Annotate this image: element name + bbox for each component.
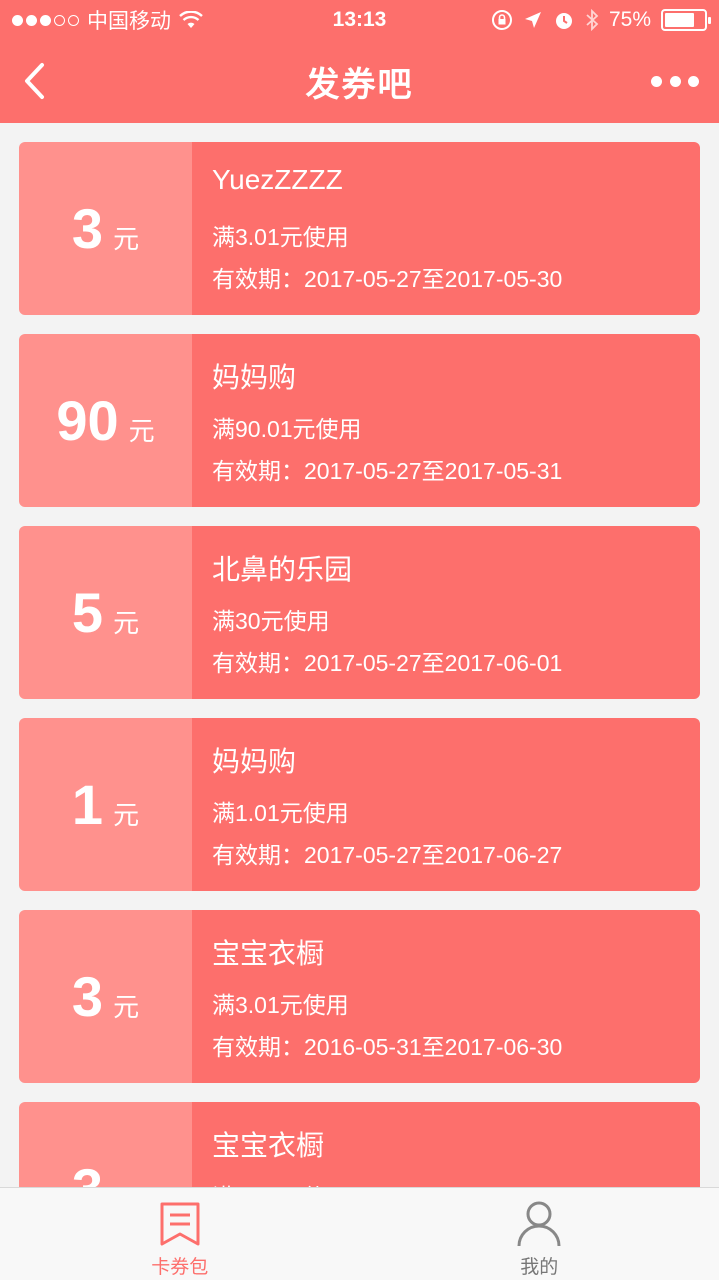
tab-label: 我的 <box>520 1257 559 1278</box>
coupon-icon <box>160 1202 200 1246</box>
tab-mine[interactable]: 我的 <box>360 1188 719 1280</box>
coupon-value: 3 元 <box>19 910 192 1083</box>
coupon-shop-name: 宝宝衣橱 <box>212 938 325 969</box>
coupon-unit: 元 <box>113 800 140 830</box>
coupon-card[interactable]: 90 元 妈妈购 满90.01元使用 有效期：2017-05-27至2017-0… <box>19 334 700 507</box>
coupon-info: 宝宝衣橱 满3.01元使用 <box>192 1102 700 1187</box>
coupon-info: 妈妈购 满90.01元使用 有效期：2017-05-27至2017-05-31 <box>192 334 700 507</box>
coupon-unit: 元 <box>113 992 140 1022</box>
status-bar: 中国移动 13:13 75% <box>0 0 719 40</box>
coupon-validity: 有效期：2017-05-27至2017-06-01 <box>212 650 563 676</box>
coupon-unit: 元 <box>128 416 155 446</box>
coupon-amount: 5 <box>71 580 104 644</box>
coupon-card[interactable]: 3 元 宝宝衣橱 满3.01元使用 <box>19 1102 700 1187</box>
coupon-condition: 满1.01元使用 <box>212 800 349 826</box>
coupon-condition: 满90.01元使用 <box>212 416 362 442</box>
coupon-value: 5 元 <box>19 526 192 699</box>
coupon-info: 北鼻的乐园 满30元使用 有效期：2017-05-27至2017-06-01 <box>192 526 700 699</box>
coupon-value: 1 元 <box>19 718 192 891</box>
location-icon <box>524 12 541 28</box>
coupon-amount: 3 <box>71 964 104 1028</box>
coupon-info: YuezZZZZ 满3.01元使用 有效期：2017-05-27至2017-05… <box>192 142 700 315</box>
coupon-unit: 元 <box>113 1179 139 1187</box>
coupon-condition: 满30元使用 <box>212 608 330 634</box>
coupon-validity: 有效期：2016-05-31至2017-06-30 <box>212 1034 563 1060</box>
coupon-amount: 90 <box>56 388 119 452</box>
alarm-icon <box>555 13 572 29</box>
coupon-condition: 满3.01元使用 <box>212 224 349 250</box>
coupon-shop-name: 妈妈购 <box>212 746 297 777</box>
coupon-unit: 元 <box>113 608 140 638</box>
coupon-info: 宝宝衣橱 满3.01元使用 有效期：2016-05-31至2017-06-30 <box>192 910 700 1083</box>
coupon-unit: 元 <box>113 224 140 254</box>
more-button[interactable] <box>651 66 699 96</box>
coupon-amount: 1 <box>71 772 104 836</box>
coupon-info: 妈妈购 满1.01元使用 有效期：2017-05-27至2017-06-27 <box>192 718 700 891</box>
battery-icon <box>661 9 711 31</box>
tab-coupons[interactable]: 卡券包 <box>0 1188 360 1280</box>
coupon-shop-name: 妈妈购 <box>212 362 297 393</box>
battery-level <box>665 13 694 27</box>
coupon-card[interactable]: 3 元 YuezZZZZ 满3.01元使用 有效期：2017-05-27至201… <box>19 142 700 315</box>
battery-percent: 75% <box>608 8 651 31</box>
coupon-validity: 有效期：2017-05-27至2017-05-30 <box>212 266 563 292</box>
coupon-value: 3 元 <box>19 1102 192 1187</box>
coupon-card[interactable]: 3 元 宝宝衣橱 满3.01元使用 有效期：2016-05-31至2017-06… <box>19 910 700 1083</box>
coupon-card[interactable]: 1 元 妈妈购 满1.01元使用 有效期：2017-05-27至2017-06-… <box>19 718 700 891</box>
rotation-lock-icon <box>491 10 512 30</box>
coupon-value: 90 元 <box>19 334 192 507</box>
user-icon <box>517 1201 561 1247</box>
coupon-shop-name: YuezZZZZ <box>212 164 343 195</box>
coupon-validity: 有效期：2017-05-27至2017-06-27 <box>212 842 563 868</box>
coupon-card[interactable]: 5 元 北鼻的乐园 满30元使用 有效期：2017-05-27至2017-06-… <box>19 526 700 699</box>
wifi-icon <box>179 11 203 28</box>
coupon-condition: 满3.01元使用 <box>212 1178 349 1187</box>
bluetooth-icon <box>586 9 599 31</box>
nav-bar: 发券吧 <box>0 40 719 123</box>
coupon-validity: 有效期：2017-05-27至2017-05-31 <box>212 458 563 484</box>
status-right: 75% <box>491 8 711 32</box>
coupon-amount: 3 <box>71 196 104 260</box>
page-title: 发券吧 <box>305 66 414 104</box>
status-left: 中国移动 <box>12 5 203 35</box>
back-button[interactable] <box>14 56 54 106</box>
coupon-shop-name: 北鼻的乐园 <box>212 554 353 585</box>
coupon-value: 3 元 <box>19 142 192 315</box>
more-dots-icon <box>651 75 662 87</box>
coupon-list[interactable]: 3 元 YuezZZZZ 满3.01元使用 有效期：2017-05-27至201… <box>0 123 719 1187</box>
coupon-condition: 满3.01元使用 <box>212 992 349 1018</box>
coupon-shop-name: 宝宝衣橱 <box>212 1130 325 1161</box>
carrier-label: 中国移动 <box>87 10 171 33</box>
signal-strength-icon <box>12 14 79 26</box>
coupon-amount: 3 <box>72 1160 103 1187</box>
tab-label: 卡券包 <box>151 1257 209 1278</box>
tab-bar: 卡券包 我的 <box>0 1187 719 1280</box>
chevron-left-icon <box>25 63 44 99</box>
